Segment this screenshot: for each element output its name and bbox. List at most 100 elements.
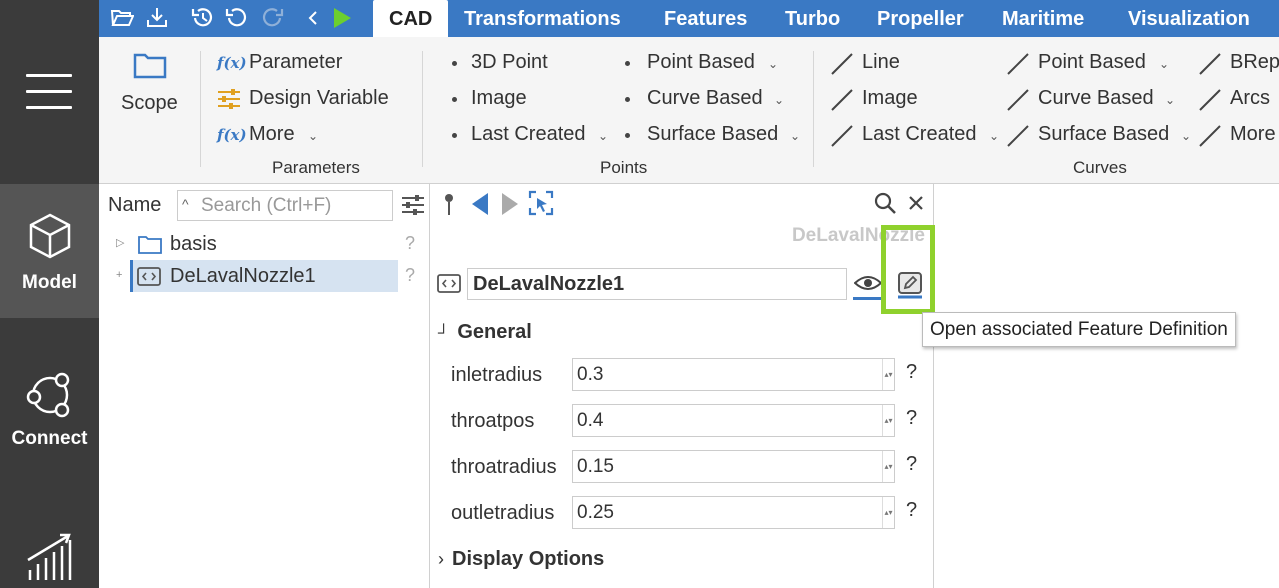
param-label-throatpos: throatpos bbox=[451, 410, 535, 432]
help-icon[interactable]: ? bbox=[405, 265, 415, 286]
help-icon[interactable]: ? bbox=[906, 453, 917, 476]
expand-arrow-icon[interactable]: ▷ bbox=[116, 236, 124, 249]
3d-point-button[interactable]: 3D Point bbox=[471, 51, 548, 74]
collapse-icon[interactable]: ┘ bbox=[438, 325, 449, 342]
chevron-down-icon[interactable]: ⌄ bbox=[1181, 129, 1191, 143]
curve-image-button[interactable]: Image bbox=[862, 87, 918, 110]
nav-results[interactable] bbox=[0, 530, 99, 588]
param-value: 0.15 bbox=[577, 456, 614, 477]
help-icon[interactable]: ? bbox=[405, 233, 415, 254]
point-curve-based-button[interactable]: Curve Based bbox=[647, 87, 763, 110]
line-button[interactable]: Line bbox=[862, 51, 900, 74]
help-icon[interactable]: ? bbox=[906, 499, 917, 522]
open-folder-icon[interactable] bbox=[110, 6, 134, 30]
param-label-throatradius: throatradius bbox=[451, 456, 557, 478]
point-image-button[interactable]: Image bbox=[471, 87, 527, 110]
tree-header-name: Name bbox=[108, 194, 162, 216]
section-display-options[interactable]: › Display Options bbox=[438, 548, 604, 571]
chevron-down-icon[interactable]: ⌄ bbox=[308, 129, 318, 143]
search-icon[interactable] bbox=[873, 191, 897, 215]
tab-features[interactable]: Features bbox=[664, 0, 747, 37]
close-icon[interactable] bbox=[908, 195, 924, 211]
eye-icon bbox=[854, 276, 882, 290]
tab-turbo[interactable]: Turbo bbox=[785, 0, 840, 37]
point-surface-based-button[interactable]: Surface Based bbox=[647, 123, 778, 146]
curve-curve-based-button[interactable]: Curve Based bbox=[1038, 87, 1154, 110]
spinner-icon[interactable]: ▴▾ bbox=[882, 405, 894, 436]
expand-dot-icon[interactable]: + bbox=[116, 269, 122, 281]
filter-settings-icon[interactable] bbox=[401, 194, 425, 216]
section-general[interactable]: ┘ General bbox=[438, 321, 532, 344]
chevron-down-icon[interactable]: ⌄ bbox=[790, 129, 800, 143]
redo-icon[interactable] bbox=[259, 6, 285, 30]
run-icon[interactable] bbox=[331, 6, 353, 30]
param-input-outletradius[interactable]: 0.25 ▴▾ bbox=[572, 496, 895, 529]
ribbon: Scope f(x) Parameter Design Variable f(x… bbox=[99, 37, 1279, 184]
object-tree-panel: Name ^ Search (Ctrl+F) ▷ basis ? + DeLav… bbox=[99, 184, 430, 588]
parameters-more-button[interactable]: More bbox=[249, 123, 295, 146]
spinner-icon[interactable]: ▴▾ bbox=[882, 451, 894, 482]
scope-button[interactable]: Scope bbox=[121, 92, 178, 115]
point-icon bbox=[625, 133, 630, 138]
history-icon[interactable] bbox=[190, 6, 216, 30]
help-icon[interactable]: ? bbox=[906, 361, 917, 384]
line-icon bbox=[831, 89, 853, 111]
line-icon bbox=[831, 53, 853, 75]
chevron-down-icon[interactable]: ⌄ bbox=[989, 129, 999, 143]
menu-icon[interactable] bbox=[26, 74, 72, 110]
back-arrow-icon[interactable] bbox=[471, 192, 489, 216]
chevron-right-icon[interactable]: › bbox=[438, 549, 444, 569]
curves-more-button[interactable]: More bbox=[1230, 123, 1276, 146]
sliders-icon bbox=[218, 89, 240, 109]
chevron-down-icon[interactable]: ⌄ bbox=[598, 129, 608, 143]
spinner-icon[interactable]: ▴▾ bbox=[882, 359, 894, 390]
tab-propeller[interactable]: Propeller bbox=[877, 0, 964, 37]
design-variable-button[interactable]: Design Variable bbox=[249, 87, 389, 110]
chevron-left-icon[interactable] bbox=[305, 6, 321, 30]
visibility-toggle[interactable] bbox=[853, 268, 883, 300]
folder-icon bbox=[133, 53, 167, 79]
tree-item-label: basis bbox=[170, 233, 217, 255]
brep-button[interactable]: BRep bbox=[1230, 51, 1279, 74]
curve-surface-based-button[interactable]: Surface Based bbox=[1038, 123, 1169, 146]
forward-arrow-icon[interactable] bbox=[501, 192, 519, 216]
chevron-down-icon[interactable]: ⌄ bbox=[1159, 57, 1169, 71]
tree-search-input[interactable]: ^ Search (Ctrl+F) bbox=[177, 190, 393, 221]
spinner-icon[interactable]: ▴▾ bbox=[882, 497, 894, 528]
chevron-down-icon[interactable]: ⌄ bbox=[1165, 93, 1175, 107]
param-input-inletradius[interactable]: 0.3 ▴▾ bbox=[572, 358, 895, 391]
arcs-button[interactable]: Arcs bbox=[1230, 87, 1270, 110]
parameter-button[interactable]: Parameter bbox=[249, 51, 342, 74]
object-name-field[interactable]: DeLavalNozzle1 bbox=[467, 268, 847, 300]
tab-maritime[interactable]: Maritime bbox=[1002, 0, 1084, 37]
chevron-up-icon[interactable]: ^ bbox=[182, 190, 189, 219]
chevron-down-icon[interactable]: ⌄ bbox=[768, 57, 778, 71]
curve-last-created-button[interactable]: Last Created bbox=[862, 123, 977, 146]
param-input-throatpos[interactable]: 0.4 ▴▾ bbox=[572, 404, 895, 437]
left-navigation: Model Connect bbox=[0, 0, 99, 588]
tab-transformations[interactable]: Transformations bbox=[464, 0, 621, 37]
tab-visualization[interactable]: Visualization bbox=[1128, 0, 1250, 37]
feature-icon bbox=[437, 274, 461, 293]
help-icon[interactable]: ? bbox=[906, 407, 917, 430]
nav-connect[interactable]: Connect bbox=[0, 370, 99, 460]
import-icon[interactable] bbox=[145, 6, 169, 30]
curve-point-based-button[interactable]: Point Based bbox=[1038, 51, 1146, 74]
tab-cad[interactable]: CAD bbox=[373, 0, 449, 37]
point-based-button[interactable]: Point Based bbox=[647, 51, 755, 74]
tree-item-basis[interactable]: ▷ basis ? bbox=[99, 228, 430, 260]
nav-model[interactable]: Model bbox=[0, 184, 99, 318]
chevron-down-icon[interactable]: ⌄ bbox=[774, 93, 784, 107]
point-icon bbox=[625, 61, 630, 66]
line-icon bbox=[1199, 53, 1221, 75]
tree-item-delavalnozzle1[interactable]: + DeLavalNozzle1 ? bbox=[99, 260, 430, 292]
chart-growth-icon bbox=[26, 533, 71, 580]
point-icon bbox=[452, 133, 457, 138]
param-input-throatradius[interactable]: 0.15 ▴▾ bbox=[572, 450, 895, 483]
pin-icon[interactable] bbox=[443, 192, 455, 216]
undo-icon[interactable] bbox=[224, 6, 250, 30]
point-last-created-button[interactable]: Last Created bbox=[471, 123, 586, 146]
line-icon bbox=[1007, 89, 1029, 111]
param-value: 0.3 bbox=[577, 364, 604, 385]
select-target-icon[interactable] bbox=[528, 190, 554, 216]
